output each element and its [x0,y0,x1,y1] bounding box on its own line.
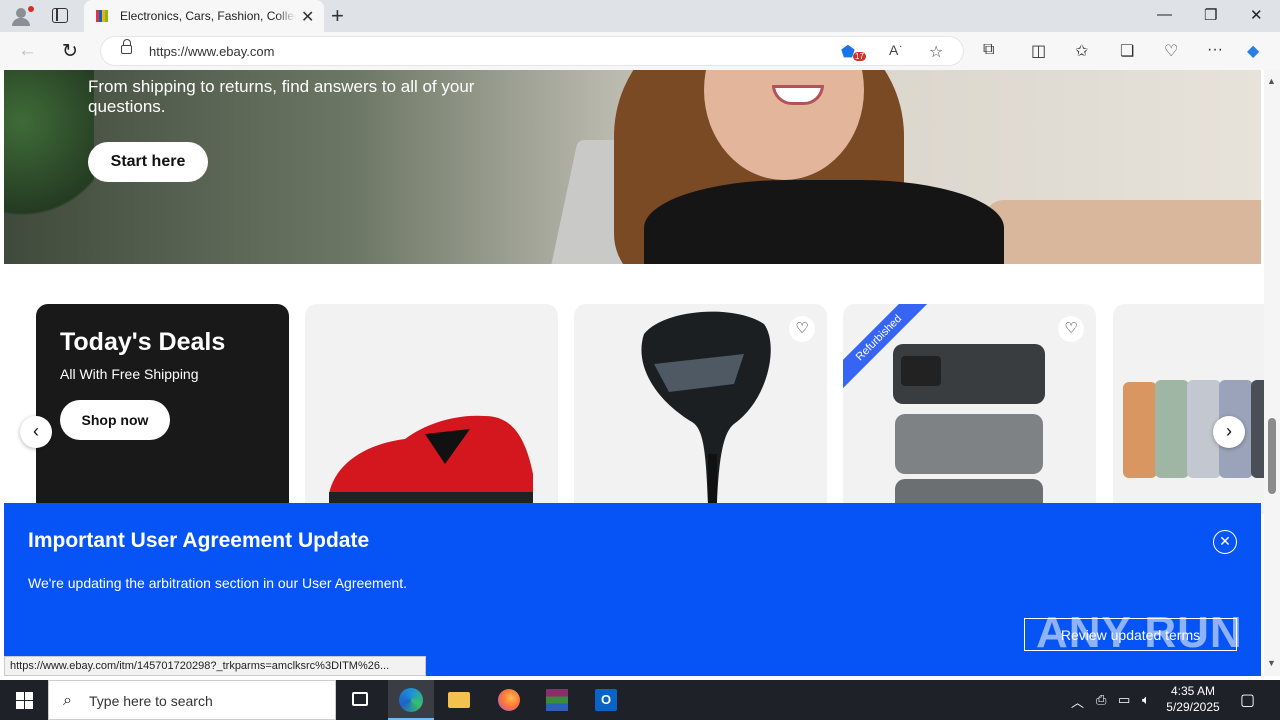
more-options-icon[interactable]: ··· [1207,41,1223,59]
windows-taskbar: ⌕ Type here to search O ︿ ⎙ ▭ 🔈︎ 4:35 AM… [0,680,1280,720]
help-hero-banner: From shipping to returns, find answers t… [4,70,1261,264]
browser-tab[interactable]: Electronics, Cars, Fashion, Collectibles… [84,0,324,32]
extensions-icon[interactable]: ⧉ [983,41,994,59]
browser-toolbar: ← ↻ https://www.ebay.com ⬟ 17 A͘ ☆ ⧉ ◫ ✩… [0,32,1280,70]
product-card-golf-driver[interactable]: ♡ [574,304,827,514]
golf-driver-image [641,311,771,504]
task-view-icon[interactable] [337,680,383,720]
hero-sofa-image [984,200,1261,264]
profile-icon[interactable] [10,6,34,26]
lock-icon [121,39,132,54]
network-icon[interactable]: ▭ [1118,692,1130,708]
url-text: https://www.ebay.com [149,44,275,59]
carousel-prev-button[interactable]: ‹ [20,416,52,448]
banner-text: We're updating the arbitration section i… [28,575,408,591]
clock-time: 4:35 AM [1170,684,1216,698]
favorite-star-icon[interactable]: ☆ [929,42,943,62]
notifications-icon[interactable]: ▢ [1240,690,1255,710]
restore-icon[interactable]: ❐ [1204,6,1217,24]
scroll-down-icon[interactable]: ▼ [1267,658,1276,668]
watch-heart-icon[interactable]: ♡ [789,316,815,342]
new-tab-icon[interactable]: + [331,3,344,29]
search-icon: ⌕ [63,692,72,709]
minimize-icon[interactable]: — [1157,6,1172,23]
taskbar-clock[interactable]: 4:35 AM 5/29/2025 [1160,683,1226,715]
anyrun-watermark: ANY RUN [1036,608,1243,657]
watch-heart-icon[interactable]: ♡ [1058,316,1084,342]
banner-title: Important User Agreement Update [28,529,370,552]
search-placeholder: Type here to search [89,693,213,709]
carousel-next-button[interactable]: › [1213,416,1245,448]
browser-titlebar: Electronics, Cars, Fashion, Collectibles… [0,0,1280,32]
clock-date: 5/29/2025 [1166,700,1220,714]
page-scrollbar[interactable]: ▲ ▼ [1264,70,1280,676]
taskbar-search-box[interactable]: ⌕ Type here to search [48,680,336,720]
ebay-favicon-icon [96,10,108,22]
refresh-icon[interactable]: ↻ [62,40,78,63]
sneaker-image [329,415,533,504]
favorites-icon[interactable]: ✩ [1075,41,1088,61]
tray-device-icon[interactable]: ⎙ [1096,692,1106,708]
split-screen-icon[interactable]: ◫ [1031,41,1046,61]
shop-now-button[interactable]: Shop now [60,400,170,440]
product-card-power-station[interactable]: Refurbished ♡ [843,304,1096,514]
start-here-button[interactable]: Start here [88,142,208,182]
back-icon[interactable]: ← [18,40,37,62]
tab-close-icon[interactable]: ✕ [301,7,314,27]
copilot-icon[interactable]: ◆ [1247,41,1259,61]
tab-title: Electronics, Cars, Fashion, Collectibles… [120,9,296,23]
browser-essentials-icon[interactable]: ♡ [1164,41,1178,61]
tray-chevron-icon[interactable]: ︿ [1071,692,1084,711]
deals-title: Today's Deals [60,328,226,356]
winrar-icon[interactable] [534,680,580,720]
window-close-icon[interactable]: ✕ [1250,6,1263,24]
outlook-icon[interactable]: O [583,680,629,720]
file-explorer-icon[interactable] [436,680,482,720]
address-bar[interactable]: https://www.ebay.com ⬟ 17 A͘ ☆ [100,36,964,66]
tab-actions-icon[interactable] [52,8,68,23]
scroll-thumb[interactable] [1268,418,1276,494]
collections-icon[interactable]: ❏ [1120,41,1134,61]
hero-plant-image [4,70,94,230]
deals-subtitle: All With Free Shipping [60,366,199,382]
hero-text: From shipping to returns, find answers t… [88,77,475,116]
page-content: From shipping to returns, find answers t… [0,70,1264,676]
firefox-icon[interactable] [486,680,532,720]
status-bar-url: https://www.ebay.com/itm/145701720298?_t… [4,656,426,676]
product-card-phones[interactable] [1113,304,1264,514]
windows-start-icon[interactable] [0,680,48,720]
banner-close-icon[interactable]: ✕ [1213,530,1237,554]
read-aloud-icon[interactable]: A͘ [889,42,898,58]
phones-image [1123,380,1264,478]
edge-taskbar-icon[interactable] [388,680,434,720]
product-card-sneaker[interactable] [305,304,558,514]
shopping-badge: 17 [853,52,866,61]
todays-deals-card: Today's Deals All With Free Shipping Sho… [36,304,289,514]
scroll-up-icon[interactable]: ▲ [1267,76,1276,86]
volume-icon[interactable]: 🔈︎ [1142,692,1150,708]
